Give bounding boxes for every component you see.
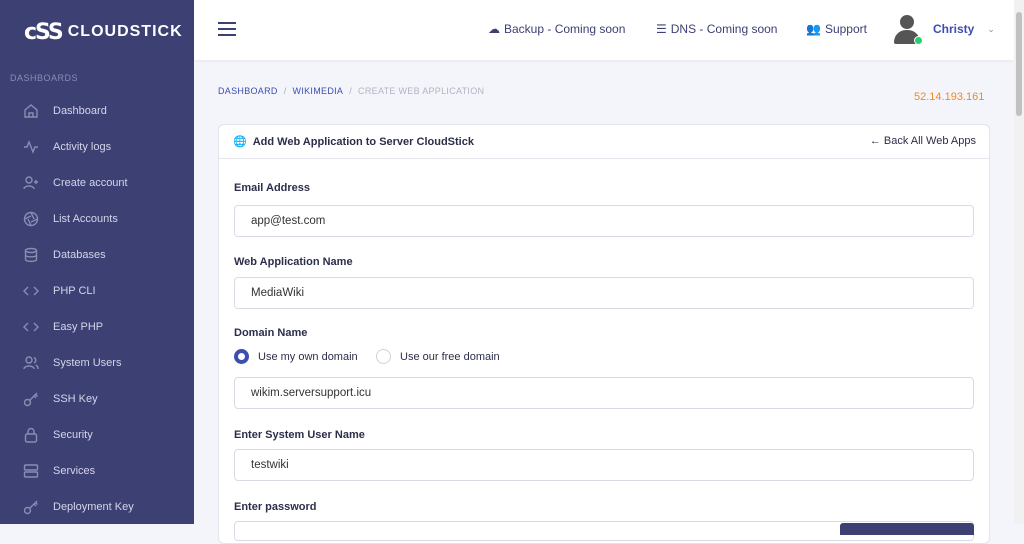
code-icon — [22, 282, 40, 300]
radio-checked-icon — [234, 349, 249, 364]
radio-own-domain[interactable]: Use my own domain — [234, 349, 358, 364]
home-icon — [22, 102, 40, 120]
brand-logo[interactable]: cSS CLOUDSTICK — [0, 0, 194, 64]
app-name-label: Web Application Name — [234, 256, 353, 268]
card-title-text: Add Web Application to Server CloudStick — [252, 135, 474, 148]
sidebar-item-deployment-key[interactable]: Deployment Key — [0, 489, 194, 525]
dns-label: DNS - Coming soon — [670, 22, 778, 36]
lock-icon — [22, 426, 40, 444]
radio-unchecked-icon — [376, 349, 391, 364]
user-add-icon — [22, 174, 40, 192]
sidebar-item-php-cli[interactable]: PHP CLI — [0, 273, 194, 309]
sidebar-item-label: SSH Key — [53, 393, 98, 405]
sidebar-item-label: PHP CLI — [53, 285, 96, 297]
sidebar-item-databases[interactable]: Databases — [0, 237, 194, 273]
sidebar-item-easy-php[interactable]: Easy PHP — [0, 309, 194, 345]
generate-password-button[interactable] — [840, 523, 974, 535]
radio-free-domain-label: Use our free domain — [400, 350, 500, 363]
card-title: 🌐 Add Web Application to Server CloudSti… — [233, 135, 474, 149]
list-check-icon: ☰ — [656, 22, 667, 36]
system-user-field[interactable]: testwiki — [234, 449, 974, 481]
online-status-icon — [914, 36, 923, 45]
breadcrumb-current: CREATE WEB APPLICATION — [358, 86, 485, 96]
sidebar-item-label: Security — [53, 429, 93, 441]
cloud-upload-icon: ☁ — [488, 22, 500, 36]
sidebar-item-list-accounts[interactable]: List Accounts — [0, 201, 194, 237]
user-menu[interactable]: Christy ⌄ — [892, 14, 995, 45]
users-icon — [22, 354, 40, 372]
sidebar-item-label: Deployment Key — [53, 501, 134, 513]
back-label: Back All Web Apps — [883, 135, 976, 147]
sidebar-item-label: Create account — [53, 177, 128, 189]
key-icon — [22, 498, 40, 516]
sidebar-item-security[interactable]: Security — [0, 417, 194, 453]
code-icon — [22, 318, 40, 336]
support-users-icon: 👥 — [806, 22, 821, 36]
user-name: Christy — [933, 22, 975, 36]
dns-link[interactable]: ☰ DNS - Coming soon — [656, 22, 777, 36]
app-name-field[interactable]: MediaWiki — [234, 277, 974, 309]
system-user-label: Enter System User Name — [234, 429, 365, 441]
activity-icon — [22, 138, 40, 156]
scrollbar-thumb[interactable] — [1016, 12, 1022, 116]
sidebar-section-title: DASHBOARDS — [10, 73, 79, 83]
sidebar-item-label: Services — [53, 465, 96, 477]
server-ip: 52.14.193.161 — [914, 91, 985, 103]
key-icon — [22, 390, 40, 408]
sidebar-item-label: Databases — [53, 249, 106, 261]
sidebar-item-activity-logs[interactable]: Activity logs — [0, 129, 194, 165]
aperture-icon — [22, 210, 40, 228]
arrow-left-icon: ← — [869, 135, 881, 147]
sidebar-item-label: List Accounts — [53, 213, 118, 225]
breadcrumb-wikimedia[interactable]: WIKIMEDIA — [293, 86, 344, 96]
card-header: 🌐 Add Web Application to Server CloudSti… — [219, 125, 989, 159]
backup-link[interactable]: ☁ Backup - Coming soon — [488, 22, 625, 36]
avatar — [892, 14, 923, 45]
breadcrumb: DASHBOARD / WIKIMEDIA / CREATE WEB APPLICATI… — [218, 86, 485, 96]
sidebar: cSS CLOUDSTICK DASHBOARDS Dashboard Acti… — [0, 0, 194, 524]
sidebar-item-system-users[interactable]: System Users — [0, 345, 194, 381]
add-web-app-card: 🌐 Add Web Application to Server CloudSti… — [218, 124, 990, 544]
sidebar-item-create-account[interactable]: Create account — [0, 165, 194, 201]
brand-name: CLOUDSTICK — [67, 23, 183, 40]
email-field[interactable]: app@test.com — [234, 205, 974, 237]
logo-mark-icon: cSS — [24, 19, 64, 45]
support-link[interactable]: 👥 Support — [806, 22, 867, 36]
sidebar-item-services[interactable]: Services — [0, 453, 194, 489]
chevron-down-icon: ⌄ — [987, 23, 995, 34]
backup-label: Backup - Coming soon — [504, 22, 626, 36]
menu-toggle-icon[interactable] — [218, 22, 236, 36]
domain-field[interactable]: wikim.serversupport.icu — [234, 377, 974, 409]
sidebar-item-dashboard[interactable]: Dashboard — [0, 93, 194, 129]
support-label: Support — [824, 22, 867, 36]
sidebar-item-label: Activity logs — [53, 141, 112, 153]
server-icon — [22, 462, 40, 480]
breadcrumb-dashboard[interactable]: DASHBOARD — [218, 86, 278, 96]
sidebar-item-label: System Users — [53, 357, 122, 369]
page-scrollbar[interactable] — [1014, 0, 1024, 524]
radio-free-domain[interactable]: Use our free domain — [376, 349, 500, 364]
radio-own-domain-label: Use my own domain — [258, 350, 358, 363]
sidebar-item-label: Dashboard — [53, 105, 107, 117]
sidebar-item-ssh-key[interactable]: SSH Key — [0, 381, 194, 417]
password-label: Enter password — [234, 501, 317, 513]
email-label: Email Address — [234, 182, 311, 194]
database-icon — [22, 246, 40, 264]
sidebar-item-label: Easy PHP — [53, 321, 104, 333]
top-bar: ☁ Backup - Coming soon ☰ DNS - Coming so… — [194, 0, 1014, 60]
domain-label: Domain Name — [234, 327, 308, 339]
globe-icon: 🌐 — [233, 136, 247, 148]
back-all-web-apps-link[interactable]: ← Back All Web Apps — [870, 135, 976, 147]
